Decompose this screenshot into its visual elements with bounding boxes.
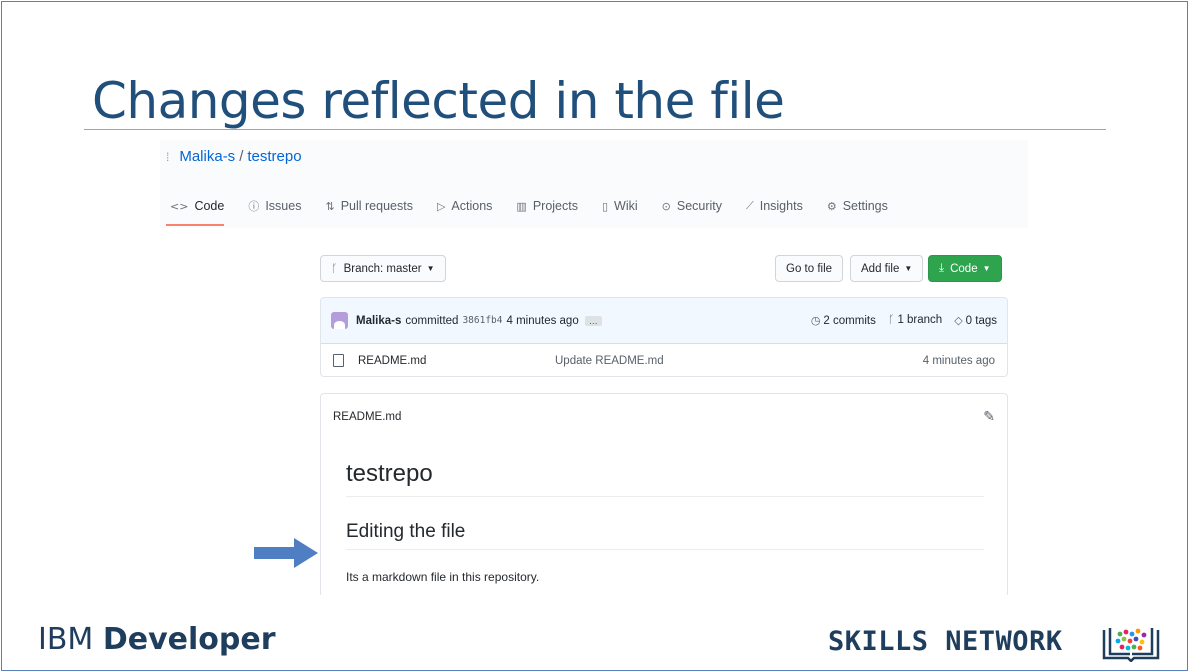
repo-nav: <> Code ⓘ Issues ⇅ Pull requests ▷ Actio… — [166, 196, 900, 216]
code-download-button[interactable]: ⤓ Code ▼ — [928, 255, 1002, 282]
tags-link[interactable]: ◇ 0 tags — [954, 314, 997, 327]
tab-wiki[interactable]: ▯ Wiki — [590, 196, 650, 216]
commits-link[interactable]: ◷ 2 commits — [811, 314, 876, 327]
shield-icon: ⊙ — [661, 199, 671, 213]
arrow-right-icon — [254, 538, 318, 568]
tab-label: Settings — [842, 199, 888, 213]
tab-security[interactable]: ⊙ Security — [650, 196, 734, 216]
readme-heading-2: Editing the file — [346, 521, 466, 542]
tag-icon: ◇ — [954, 315, 963, 327]
tab-label: Code — [194, 199, 225, 213]
add-file-button[interactable]: Add file ▼ — [850, 255, 924, 282]
path-separator: / — [239, 148, 244, 165]
tab-projects[interactable]: ▥ Projects — [504, 196, 590, 216]
project-icon: ▥ — [516, 199, 527, 213]
go-to-file-button[interactable]: Go to file — [775, 255, 844, 282]
file-name-link[interactable]: README.md — [358, 355, 426, 367]
readme-filename: README.md — [333, 410, 402, 423]
tags-label: 0 tags — [965, 315, 997, 327]
commits-label: 2 commits — [823, 315, 876, 327]
issue-icon: ⓘ — [248, 200, 260, 213]
ibm-developer-logo: IBM Developer — [38, 622, 276, 657]
commit-time: 4 minutes ago — [506, 314, 579, 327]
book-icon: ▯ — [601, 199, 609, 213]
tab-issues[interactable]: ⓘ Issues — [236, 196, 313, 216]
repo-header: ⁞ Malika-s / testrepo <> Code ⓘ Issues ⇅… — [160, 140, 1028, 228]
readme-header: README.md ✎ — [321, 394, 1007, 440]
repo-stats: ◷ 2 commits ᚴ1 branch ◇ 0 tags — [811, 314, 997, 327]
readme-heading-1: testrepo — [346, 460, 433, 487]
tab-label: Wiki — [614, 199, 638, 213]
file-time: 4 minutes ago — [922, 354, 995, 367]
branches-link[interactable]: ᚴ1 branch — [888, 314, 942, 327]
footer-brand-light: IBM — [38, 622, 103, 657]
readme-panel: README.md ✎ testrepo Editing the file It… — [320, 393, 1008, 595]
tab-label: Insights — [759, 199, 803, 213]
tab-settings[interactable]: ⚙ Settings — [815, 196, 900, 216]
readme-paragraph: Its a markdown file in this repository. — [346, 570, 540, 584]
commit-expand-button[interactable]: … — [584, 315, 602, 326]
chevron-down-icon: ▼ — [904, 264, 913, 273]
skills-network-logo-text: SKILLS NETWORK — [828, 626, 1063, 657]
branches-label: 1 branch — [897, 314, 943, 326]
repo-owner-link[interactable]: Malika-s — [179, 148, 235, 165]
title-divider — [84, 129, 1106, 130]
chevron-down-icon: ▼ — [426, 264, 435, 273]
divider — [346, 549, 984, 550]
file-commit-message-link[interactable]: Update README.md — [555, 355, 664, 367]
add-file-label: Add file — [861, 262, 900, 275]
latest-commit-box: Malika-s committed 3861fb4 4 minutes ago… — [320, 297, 1008, 377]
tab-label: Security — [676, 199, 723, 213]
history-icon: ◷ — [810, 315, 821, 327]
play-icon: ▷ — [436, 199, 446, 213]
branch-select-button[interactable]: ᚴ Branch: master ▼ — [320, 255, 446, 282]
gear-icon: ⚙ — [826, 199, 837, 213]
breadcrumb: ⁞ Malika-s / testrepo — [166, 148, 302, 165]
tab-actions[interactable]: ▷ Actions — [425, 196, 504, 216]
divider — [346, 496, 984, 497]
tab-insights[interactable]: ⟋ Insights — [734, 196, 815, 216]
tab-pull-requests[interactable]: ⇅ Pull requests — [313, 196, 424, 216]
graph-icon: ⟋ — [746, 199, 754, 212]
commit-action: committed — [405, 314, 459, 327]
file-icon — [333, 354, 344, 367]
tab-label: Projects — [532, 199, 578, 213]
chevron-down-icon: ▼ — [982, 264, 991, 273]
tab-label: Pull requests — [340, 199, 413, 213]
branch-icon: ᚴ — [887, 314, 895, 326]
tab-label: Issues — [265, 199, 302, 213]
skills-network-book-icon — [1102, 628, 1160, 662]
branch-label: Branch: master — [343, 262, 422, 275]
commit-author-link[interactable]: Malika-s — [356, 315, 401, 327]
download-icon: ⤓ — [939, 262, 945, 274]
pull-request-icon: ⇅ — [325, 199, 335, 213]
code-button-label: Code — [950, 262, 978, 275]
commit-bar: Malika-s committed 3861fb4 4 minutes ago… — [321, 298, 1007, 344]
code-icon: <> — [170, 199, 189, 213]
table-row: README.md Update README.md 4 minutes ago — [321, 344, 1007, 376]
github-screenshot: ⁞ Malika-s / testrepo <> Code ⓘ Issues ⇅… — [160, 140, 1028, 595]
pencil-icon[interactable]: ✎ — [983, 408, 995, 425]
avatar[interactable] — [331, 312, 348, 329]
repo-icon: ⁞ — [166, 149, 170, 164]
active-tab-underline — [166, 224, 224, 226]
commit-hash-link[interactable]: 3861fb4 — [462, 315, 502, 326]
repo-name-link[interactable]: testrepo — [247, 148, 301, 165]
footer-brand-bold: Developer — [102, 622, 276, 657]
branch-icon: ᚴ — [331, 262, 338, 275]
slide-title: Changes reflected in the file — [92, 72, 785, 130]
tab-label: Actions — [451, 199, 493, 213]
go-to-file-label: Go to file — [786, 262, 833, 275]
tab-code[interactable]: <> Code — [166, 196, 236, 216]
